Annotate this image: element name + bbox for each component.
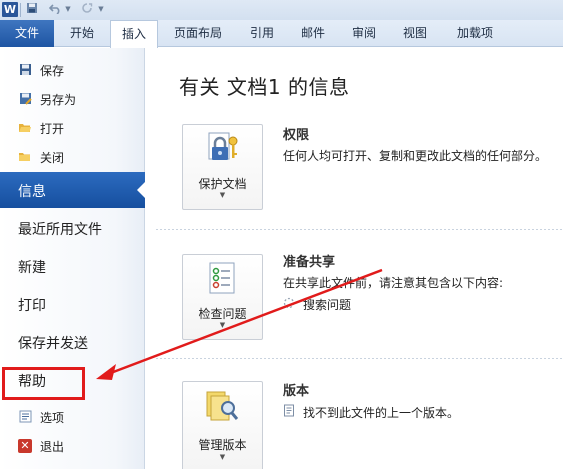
- arrow-head: [96, 364, 116, 380]
- arrow-shaft: [107, 268, 383, 376]
- annotation-arrow: [96, 268, 383, 380]
